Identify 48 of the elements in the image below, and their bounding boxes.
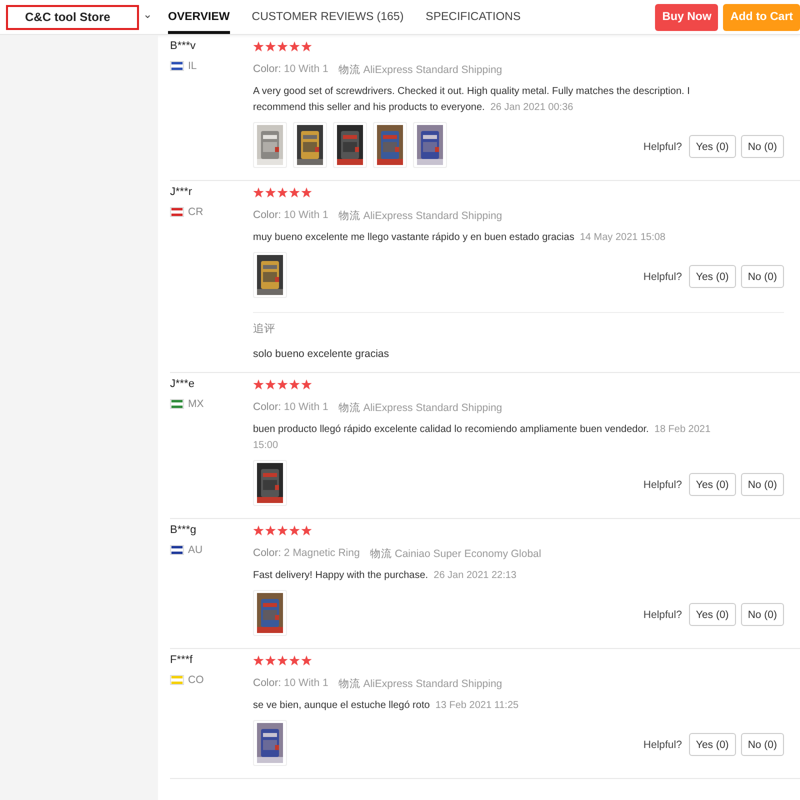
color-option: Color: 10 With 1: [253, 209, 328, 223]
shipping-method: 物流 AliExpress Standard Shipping: [338, 401, 502, 415]
yes-button[interactable]: Yes (0): [688, 603, 736, 626]
yes-button[interactable]: Yes (0): [688, 135, 736, 158]
country-code: AU: [188, 544, 203, 556]
country-code: CO: [188, 674, 204, 686]
buy-now-button[interactable]: Buy Now: [655, 4, 718, 30]
tab[interactable]: CUSTOMER REVIEWS (165): [252, 0, 404, 34]
review-text: muy bueno excelente me llego vastante rápido y en buen estado gracias 14 May 2021 15:08: [253, 231, 666, 245]
reviewer-name: B***g: [170, 524, 198, 536]
review-text: Fast delivery! Happy with the purchase. 26 Jan 2021 22:13: [253, 569, 518, 583]
country-code: IL: [188, 60, 197, 72]
no-button[interactable]: No (0): [740, 265, 784, 288]
helpful-label: Helpful?: [643, 738, 682, 750]
helpful-label: Helpful?: [643, 270, 682, 282]
yes-button[interactable]: Yes (0): [688, 473, 736, 496]
shipping-method: 物流 AliExpress Standard Shipping: [338, 63, 502, 77]
shipping-method: 物流 AliExpress Standard Shipping: [338, 677, 502, 691]
caret-icon[interactable]: ⌄: [143, 10, 152, 20]
reviewer-name: F***f: [170, 654, 194, 666]
no-button[interactable]: No (0): [740, 603, 784, 626]
color-option: Color: 2 Magnetic Ring: [253, 547, 360, 561]
store-name[interactable]: C&C tool Store: [6, 4, 139, 30]
follow-up-label: 追评: [253, 322, 276, 336]
color-option: Color: 10 With 1: [253, 677, 328, 691]
tab[interactable]: SPECIFICATIONS: [426, 0, 521, 34]
no-button[interactable]: No (0): [740, 733, 784, 756]
no-button[interactable]: No (0): [740, 473, 784, 496]
shipping-method: 物流 AliExpress Standard Shipping: [338, 209, 502, 223]
country-code: CR: [188, 206, 204, 218]
review-text: se ve bien, aunque el estuche llegó roto 13 Feb 2021 11:25: [253, 699, 520, 713]
no-button[interactable]: No (0): [740, 135, 784, 158]
shipping-method: 物流 Cainiao Super Economy Global: [370, 547, 542, 561]
review-text: A very good set of screwdrivers. Checked it out. High quality metal. Fully matches the description. I recommend this seller and his products to everyone. 26 Jan 2021 00:36: [253, 85, 691, 115]
review-text: buen producto llegó rápido excelente calidad lo recomiendo ampliamente buen vendedor. 18 Feb 2021 15:00: [253, 423, 712, 453]
color-option: Color: 10 With 1: [253, 401, 328, 415]
reviewer-name: J***e: [170, 378, 196, 390]
helpful-label: Helpful?: [643, 608, 682, 620]
tab[interactable]: OVERVIEW: [168, 0, 230, 34]
reviewer-name: B***v: [170, 40, 197, 52]
helpful-label: Helpful?: [643, 478, 682, 490]
color-option: Color: 10 With 1: [253, 63, 328, 77]
yes-button[interactable]: Yes (0): [688, 733, 736, 756]
reviewer-name: J***r: [170, 186, 194, 198]
country-code: MX: [188, 398, 204, 410]
follow-up-text: solo bueno excelente gracias: [253, 348, 390, 360]
helpful-label: Helpful?: [643, 140, 682, 152]
yes-button[interactable]: Yes (0): [688, 265, 736, 288]
